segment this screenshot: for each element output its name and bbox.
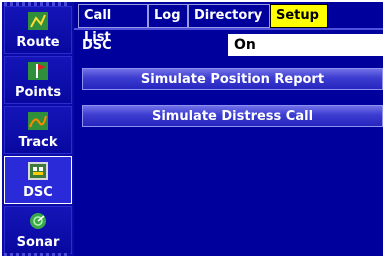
simulate-position-report-button[interactable]: Simulate Position Report <box>82 68 383 90</box>
sidebar-item-dsc[interactable]: DSC <box>4 156 72 204</box>
tab-call-list[interactable]: Call List <box>78 4 148 45</box>
screen: Route Points Track DSC Sonar Call List L… <box>2 2 383 256</box>
dsc-icon <box>28 162 48 180</box>
simulate-distress-call-button[interactable]: Simulate Distress Call <box>82 105 383 127</box>
sidebar-item-label: Points <box>14 85 62 100</box>
track-icon <box>28 112 48 130</box>
sidebar: Route Points Track DSC Sonar <box>2 2 74 256</box>
tab-divider <box>74 28 383 30</box>
sidebar-item-label: Route <box>16 35 60 50</box>
route-icon <box>28 12 48 30</box>
points-icon <box>28 62 48 80</box>
tab-setup[interactable]: Setup <box>270 4 328 28</box>
sidebar-item-route[interactable]: Route <box>4 6 72 54</box>
sidebar-item-points[interactable]: Points <box>4 56 72 104</box>
sonar-icon <box>30 213 46 229</box>
tab-log[interactable]: Log <box>148 4 188 28</box>
sidebar-item-track[interactable]: Track <box>4 106 72 154</box>
tab-directory[interactable]: Directory <box>188 4 270 28</box>
sidebar-item-label: DSC <box>23 185 53 200</box>
sidebar-item-sonar[interactable]: Sonar <box>4 206 72 254</box>
dsc-label: DSC <box>82 38 112 53</box>
dsc-field[interactable]: On <box>228 34 383 56</box>
sidebar-item-label: Track <box>18 135 58 150</box>
sidebar-item-label: Sonar <box>16 235 60 250</box>
sidebar-bottom-edge <box>4 253 70 256</box>
